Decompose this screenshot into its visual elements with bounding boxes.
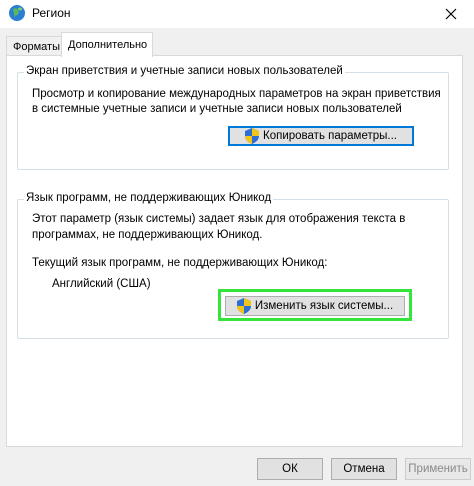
change-system-language-label: Изменить язык системы...: [254, 300, 394, 312]
current-language-label: Текущий язык программ, не поддерживающих…: [32, 257, 328, 269]
welcome-groupbox: Экран приветствия и учетные записи новых…: [17, 65, 449, 170]
window-title: Регион: [32, 6, 71, 20]
uac-shield-icon: [236, 298, 251, 314]
unicode-group-legend: Язык программ, не поддерживающих Юникод: [24, 192, 274, 204]
tab-advanced[interactable]: Дополнительно: [61, 32, 153, 57]
title-bar: Регион: [0, 0, 474, 28]
copy-settings-button[interactable]: Копировать параметры...: [228, 126, 414, 146]
copy-settings-label: Копировать параметры...: [263, 130, 397, 142]
globe-icon: [8, 4, 26, 22]
change-system-language-button[interactable]: Изменить язык системы...: [225, 296, 405, 316]
ok-button[interactable]: ОК: [257, 458, 323, 480]
close-button[interactable]: [428, 0, 474, 28]
welcome-desc-line2: в системные учетные записи и учетные зап…: [32, 103, 402, 115]
current-language-value: Английский (США): [52, 278, 151, 290]
cancel-button[interactable]: Отмена: [331, 458, 397, 480]
welcome-group-legend: Экран приветствия и учетные записи новых…: [24, 65, 345, 77]
welcome-desc-line1: Просмотр и копирование международных пар…: [32, 88, 441, 100]
unicode-desc-line2: программах, не поддерживающих Юникод.: [32, 229, 263, 241]
tab-panel: Экран приветствия и учетные записи новых…: [6, 55, 463, 447]
change-system-language-highlight: Изменить язык системы...: [218, 289, 412, 321]
close-icon: [445, 8, 457, 20]
uac-shield-icon: [245, 128, 260, 144]
apply-button[interactable]: Применить: [405, 458, 471, 480]
unicode-desc-line1: Этот параметр (язык системы) задает язык…: [32, 213, 406, 225]
